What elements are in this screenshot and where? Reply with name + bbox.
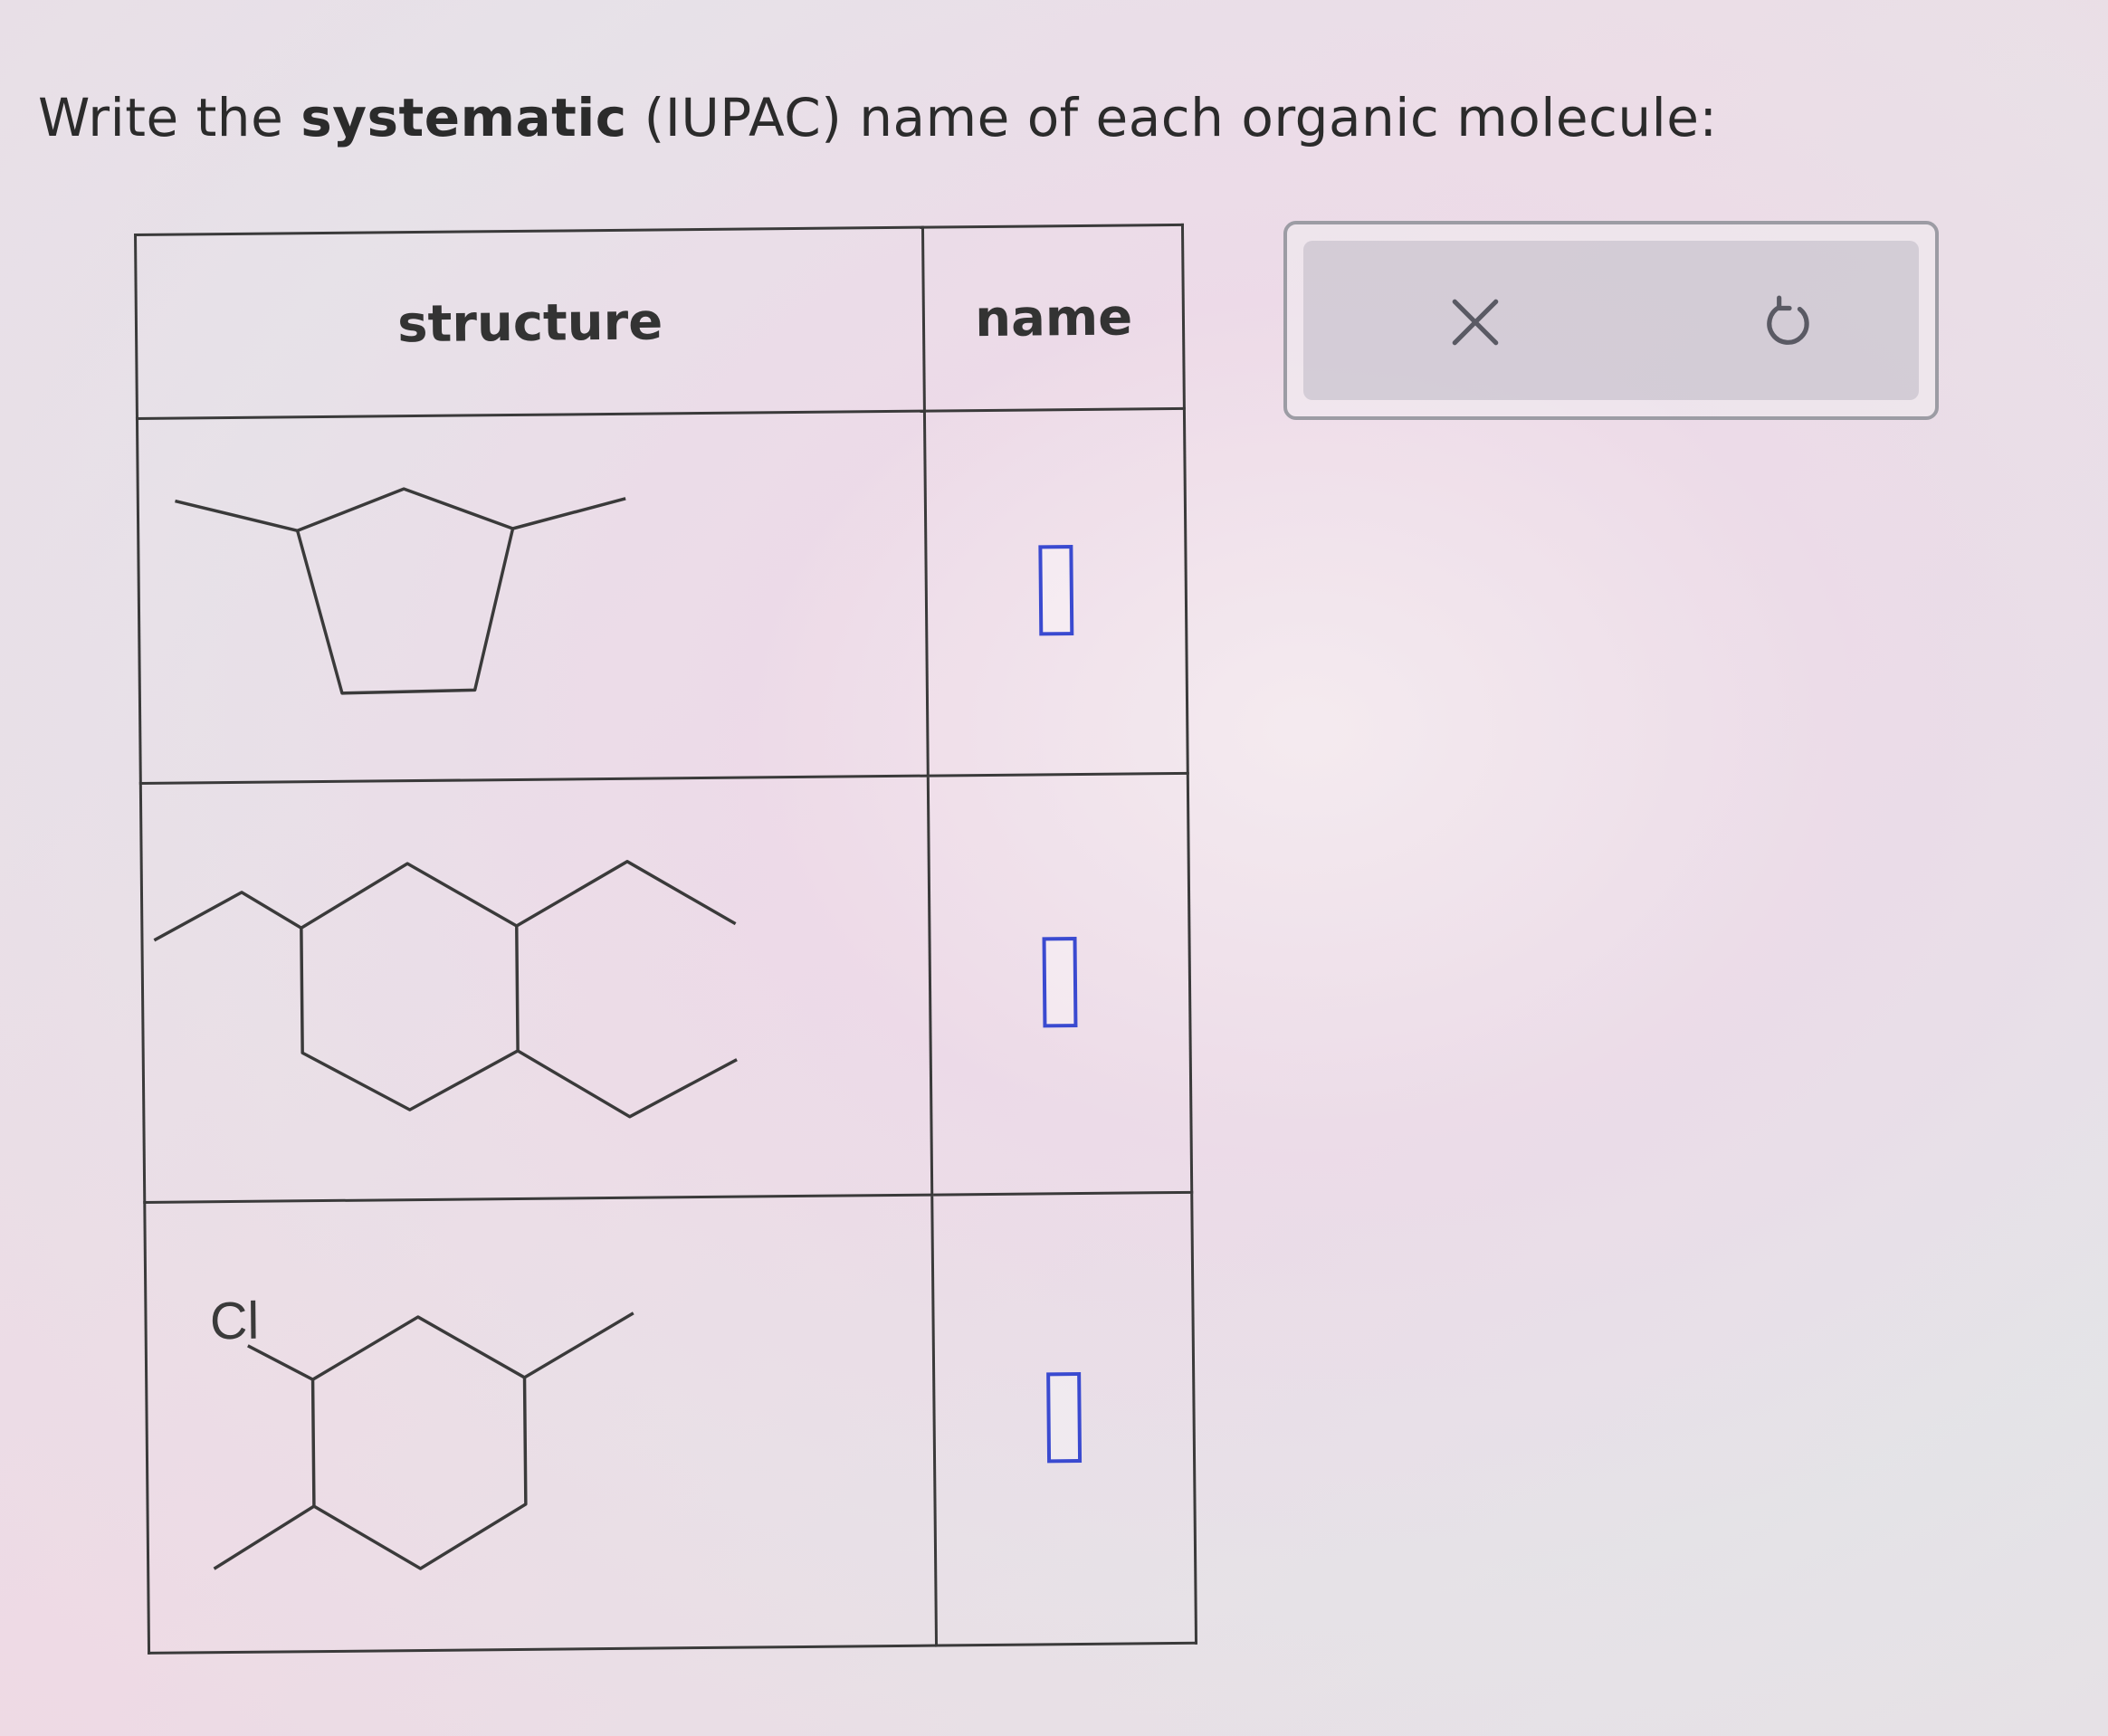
prompt-text-end: (IUPAC) name of each organic molecule: bbox=[626, 87, 1718, 148]
question-prompt: Write the systematic (IUPAC) name of eac… bbox=[38, 87, 1718, 148]
answer-input-3[interactable] bbox=[1046, 1371, 1083, 1463]
undo-button[interactable] bbox=[1734, 268, 1843, 377]
prompt-bold-word: systematic bbox=[300, 87, 627, 148]
chloro-bond bbox=[247, 1344, 314, 1381]
answer-toolbar bbox=[1283, 221, 1939, 420]
table-row bbox=[140, 773, 1192, 1203]
right-methyl-bond bbox=[512, 497, 626, 530]
molecule-1-structure bbox=[175, 487, 626, 695]
chlorine-label: Cl bbox=[210, 1292, 260, 1351]
prompt-text-start: Write the bbox=[38, 87, 301, 148]
lower-methyl-bond bbox=[213, 1504, 315, 1570]
cyclohexane-ring bbox=[300, 862, 520, 1111]
toolbar-inner bbox=[1303, 241, 1919, 400]
answer-input-1[interactable] bbox=[1038, 545, 1074, 636]
close-icon bbox=[1452, 299, 1499, 346]
table-row: Cl bbox=[144, 1192, 1197, 1654]
structure-header: structure bbox=[135, 227, 925, 419]
cyclopentane-ring bbox=[295, 487, 515, 695]
molecule-3-structure: Cl bbox=[210, 1292, 634, 1570]
lower-right-propyl-chain bbox=[517, 1049, 738, 1119]
undo-icon bbox=[1767, 295, 1809, 345]
molecule-table: structure name Cl bbox=[134, 224, 1197, 1655]
cyclohexane-ring bbox=[310, 1315, 528, 1570]
left-propyl-chain bbox=[153, 891, 302, 942]
name-cell-3[interactable] bbox=[932, 1192, 1197, 1646]
upper-right-propyl-chain bbox=[515, 860, 737, 928]
answer-input-2[interactable] bbox=[1042, 937, 1078, 1028]
name-header: name bbox=[922, 224, 1185, 412]
table-header-row: structure name bbox=[135, 224, 1185, 419]
left-ethyl-bond bbox=[175, 499, 299, 532]
molecule-2-structure bbox=[153, 860, 738, 1119]
structure-cell-1 bbox=[137, 411, 929, 784]
table-row bbox=[137, 408, 1188, 784]
name-cell-2[interactable] bbox=[928, 773, 1192, 1196]
structure-cell-3: Cl bbox=[144, 1195, 937, 1654]
name-cell-1[interactable] bbox=[924, 408, 1188, 777]
structure-cell-2 bbox=[140, 776, 933, 1203]
upper-methyl-bond bbox=[523, 1312, 634, 1379]
clear-button[interactable] bbox=[1421, 268, 1530, 377]
